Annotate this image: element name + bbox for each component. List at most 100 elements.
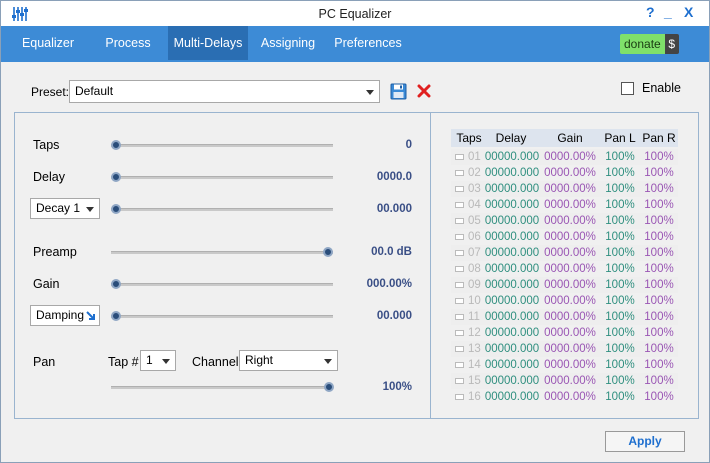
table-row[interactable]: 01 00000.000 0000.00% 100% 100% (451, 149, 678, 165)
tap-enable-checkbox[interactable] (455, 330, 464, 336)
tap-delay: 00000.000 (484, 151, 540, 163)
minimize-button[interactable]: _ (664, 4, 672, 20)
gain-slider[interactable] (111, 283, 333, 286)
table-row[interactable]: 03 00000.000 0000.00% 100% 100% (451, 181, 678, 197)
tap-pan-r: 100% (644, 359, 674, 371)
tap-enable-checkbox[interactable] (455, 298, 464, 304)
tap-enable-checkbox[interactable] (455, 234, 464, 240)
damping-slider-thumb[interactable] (111, 311, 121, 321)
delay-slider-thumb[interactable] (111, 172, 121, 182)
tap-delay: 00000.000 (484, 343, 540, 355)
preamp-value: 00.0 dB (371, 246, 412, 258)
preset-select[interactable]: Default (69, 80, 380, 103)
tap-enable-checkbox[interactable] (455, 218, 464, 224)
table-row[interactable]: 11 00000.000 0000.00% 100% 100% (451, 309, 678, 325)
decay-slider[interactable] (111, 208, 333, 211)
arrow-down-right-icon (86, 311, 95, 320)
delay-slider[interactable] (111, 176, 333, 179)
tap-delay: 00000.000 (484, 231, 540, 243)
damping-slider[interactable] (111, 315, 333, 318)
chevron-down-icon (366, 89, 374, 95)
chevron-down-icon (324, 358, 332, 364)
tap-number: 03 (468, 183, 481, 195)
tap-enable-checkbox[interactable] (455, 378, 464, 384)
tap-number: 11 (468, 311, 480, 323)
table-row[interactable]: 13 00000.000 0000.00% 100% 100% (451, 341, 678, 357)
tap-enable-checkbox[interactable] (455, 394, 464, 400)
close-button[interactable]: X (684, 4, 693, 20)
tab-assigning[interactable]: Assigning (253, 26, 323, 60)
taps-slider[interactable] (111, 144, 333, 147)
tab-multi-delays[interactable]: Multi-Delays (168, 26, 248, 60)
tap-number: 10 (468, 295, 481, 307)
tap-enable-checkbox[interactable] (455, 266, 464, 272)
table-row[interactable]: 06 00000.000 0000.00% 100% 100% (451, 229, 678, 245)
preamp-label: Preamp (33, 245, 77, 259)
tap-number-select[interactable]: 1 (140, 350, 176, 371)
tap-number: 02 (468, 167, 481, 179)
channel-select[interactable]: Right (239, 350, 338, 371)
tap-gain: 0000.00% (544, 215, 596, 227)
tab-preferences[interactable]: Preferences (330, 26, 406, 60)
tap-gain: 0000.00% (544, 359, 596, 371)
tap-enable-checkbox[interactable] (455, 346, 464, 352)
decay-select-value: Decay 1 (36, 201, 81, 215)
tap-pan-l: 100% (605, 295, 635, 307)
tap-delay: 00000.000 (484, 167, 540, 179)
tap-delay: 00000.000 (484, 199, 540, 211)
table-row[interactable]: 02 00000.000 0000.00% 100% 100% (451, 165, 678, 181)
donate-button[interactable]: donate $ (620, 34, 679, 54)
tap-gain: 0000.00% (544, 199, 596, 211)
apply-button[interactable]: Apply (605, 431, 685, 452)
tap-delay: 00000.000 (484, 215, 540, 227)
donate-label: donate (620, 34, 665, 54)
tap-number: 16 (468, 391, 481, 403)
tap-pan-r: 100% (644, 247, 674, 259)
decay-slider-thumb[interactable] (111, 204, 121, 214)
tap-pan-l: 100% (605, 327, 635, 339)
pan-slider[interactable] (111, 386, 333, 389)
tap-delay: 00000.000 (484, 391, 540, 403)
tap-pan-l: 100% (605, 263, 635, 275)
tap-number: 05 (468, 215, 481, 227)
table-row[interactable]: 07 00000.000 0000.00% 100% 100% (451, 245, 678, 261)
tap-enable-checkbox[interactable] (455, 170, 464, 176)
enable-checkbox[interactable] (621, 82, 634, 95)
tap-enable-checkbox[interactable] (455, 282, 464, 288)
preset-label: Preset: (31, 85, 70, 99)
tap-enable-checkbox[interactable] (455, 314, 464, 320)
tap-enable-checkbox[interactable] (455, 154, 464, 160)
decay-select[interactable]: Decay 1 (30, 198, 100, 219)
taps-value: 0 (405, 139, 412, 151)
table-row[interactable]: 05 00000.000 0000.00% 100% 100% (451, 213, 678, 229)
tap-enable-checkbox[interactable] (455, 250, 464, 256)
damping-select[interactable]: Damping (30, 305, 100, 326)
tap-pan-r: 100% (644, 263, 674, 275)
tap-enable-checkbox[interactable] (455, 202, 464, 208)
table-row[interactable]: 04 00000.000 0000.00% 100% 100% (451, 197, 678, 213)
tab-equalizer[interactable]: Equalizer (11, 26, 85, 60)
delete-icon[interactable] (417, 84, 431, 98)
pan-value: 100% (382, 381, 412, 393)
table-row[interactable]: 15 00000.000 0000.00% 100% 100% (451, 373, 678, 389)
tap-delay: 00000.000 (484, 247, 540, 259)
table-row[interactable]: 16 00000.000 0000.00% 100% 100% (451, 389, 678, 405)
tap-pan-r: 100% (644, 343, 674, 355)
tap-number: 13 (468, 343, 481, 355)
table-row[interactable]: 12 00000.000 0000.00% 100% 100% (451, 325, 678, 341)
table-row[interactable]: 08 00000.000 0000.00% 100% 100% (451, 261, 678, 277)
help-button[interactable]: ? (646, 4, 655, 20)
tap-enable-checkbox[interactable] (455, 362, 464, 368)
preamp-slider[interactable] (111, 251, 333, 254)
tap-gain: 0000.00% (544, 247, 596, 259)
taps-slider-thumb[interactable] (111, 140, 121, 150)
tab-process[interactable]: Process (95, 26, 161, 60)
save-icon[interactable] (390, 83, 407, 100)
table-row[interactable]: 10 00000.000 0000.00% 100% 100% (451, 293, 678, 309)
gain-label: Gain (33, 277, 60, 291)
table-row[interactable]: 14 00000.000 0000.00% 100% 100% (451, 357, 678, 373)
table-row[interactable]: 09 00000.000 0000.00% 100% 100% (451, 277, 678, 293)
tap-enable-checkbox[interactable] (455, 186, 464, 192)
tap-pan-r: 100% (644, 327, 674, 339)
gain-slider-thumb[interactable] (111, 279, 121, 289)
